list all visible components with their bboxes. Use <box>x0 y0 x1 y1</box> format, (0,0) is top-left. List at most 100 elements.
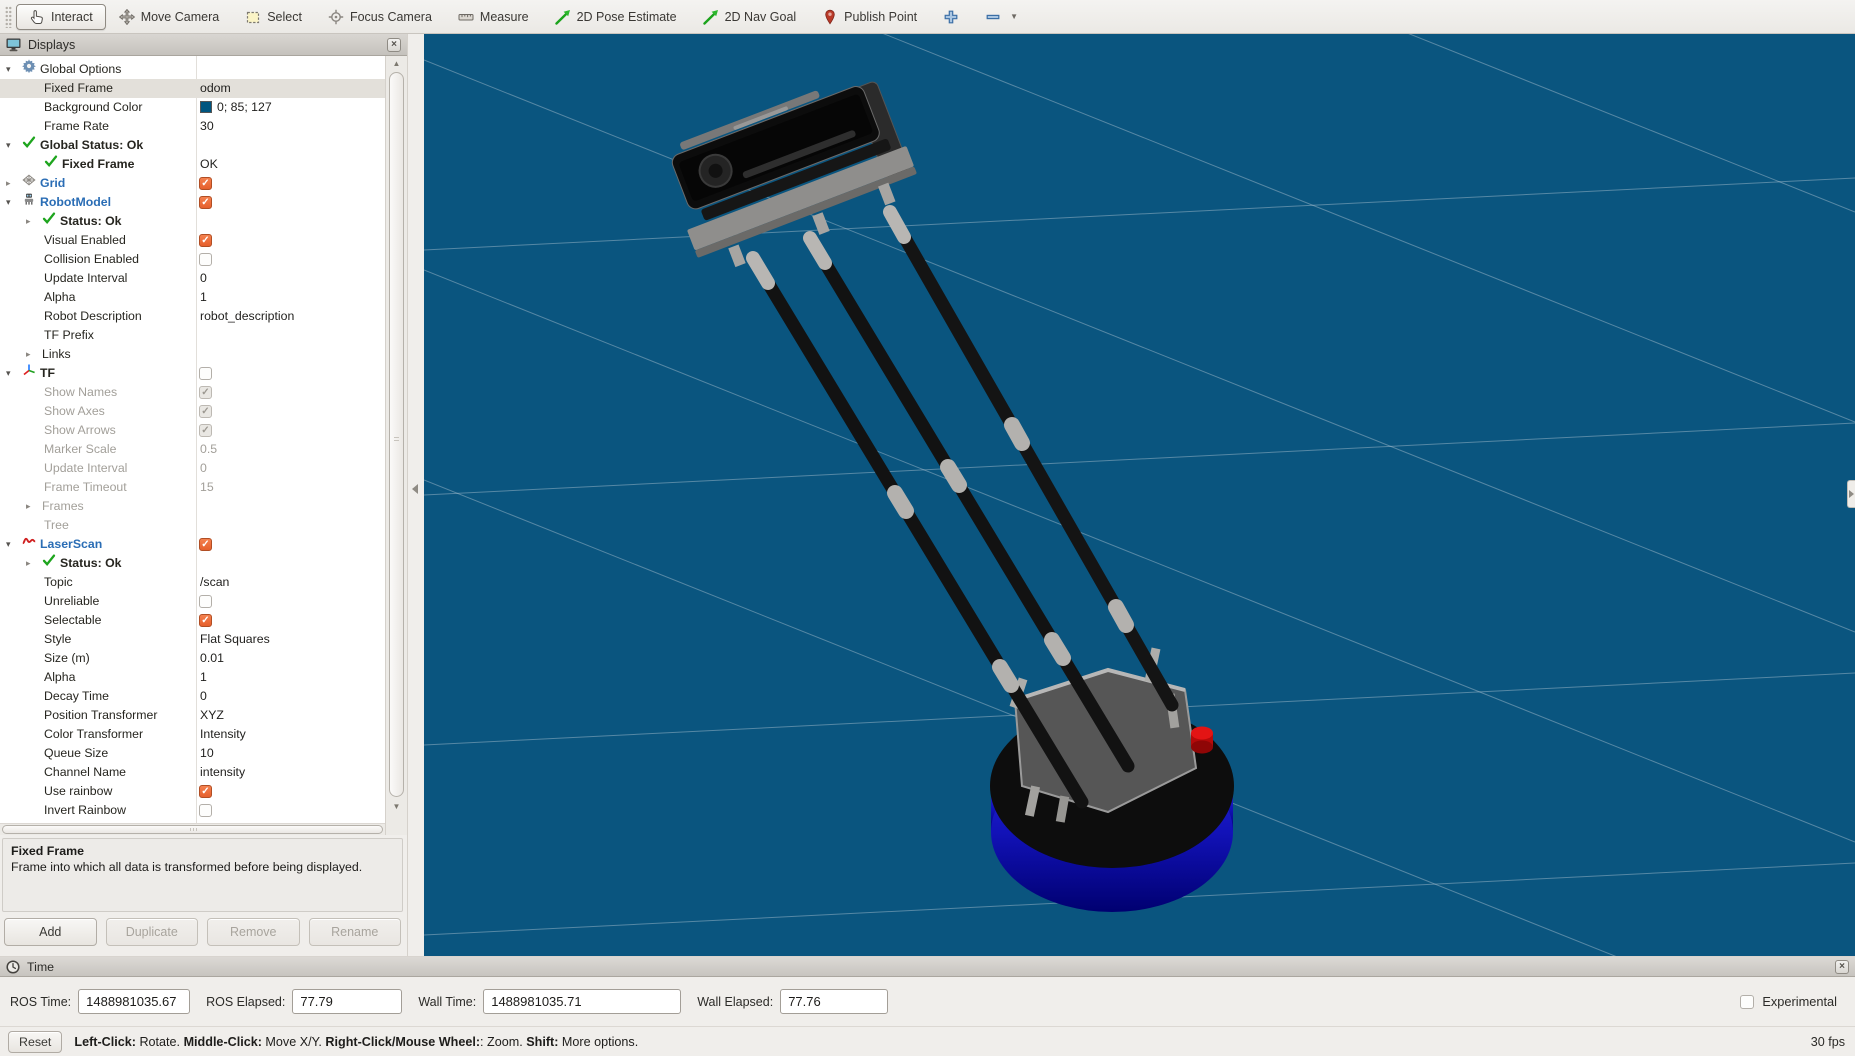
checkbox[interactable]: ✓ <box>199 177 212 190</box>
tree-row[interactable]: ▾ LaserScan ✓ <box>0 535 385 554</box>
collapse-expander-icon[interactable]: ▾ <box>6 535 22 554</box>
tree-row[interactable]: Position Transformer XYZ <box>0 706 385 725</box>
wall-elapsed-input[interactable] <box>780 989 889 1014</box>
checkbox[interactable]: ✓ <box>199 234 212 247</box>
collapse-expander-icon[interactable]: ▾ <box>6 193 22 212</box>
pose-estimate-button[interactable]: 2D Pose Estimate <box>542 4 690 30</box>
tree-row[interactable]: Tree <box>0 516 385 535</box>
property-value[interactable]: Intensity <box>200 725 246 744</box>
tree-row[interactable]: TF Prefix <box>0 326 385 345</box>
checkbox[interactable]: ✓ <box>199 785 212 798</box>
checkbox[interactable]: ✓ <box>199 196 212 209</box>
scrollbar-thumb[interactable] <box>389 72 404 797</box>
add-tool-button[interactable] <box>930 4 972 30</box>
tree-row[interactable]: Decay Time 0 <box>0 687 385 706</box>
tree-row[interactable]: Selectable ✓ <box>0 611 385 630</box>
checkbox[interactable]: ✓ <box>199 538 212 551</box>
tree-row[interactable]: Marker Scale 0.5 <box>0 440 385 459</box>
tree-row[interactable]: Channel Name intensity <box>0 763 385 782</box>
collapse-left-icon[interactable] <box>412 484 418 494</box>
tree-row[interactable]: Fixed Frame OK <box>0 155 385 174</box>
property-value[interactable]: 0; 85; 127 <box>200 98 272 117</box>
tree-row[interactable]: ▾ Global Status: Ok <box>0 136 385 155</box>
nav-goal-button[interactable]: 2D Nav Goal <box>690 4 810 30</box>
ros-elapsed-input[interactable] <box>292 989 403 1014</box>
collapse-expander-icon[interactable]: ▾ <box>6 136 22 155</box>
property-value[interactable]: intensity <box>200 763 245 782</box>
tree-row[interactable]: Frame Timeout 15 <box>0 478 385 497</box>
scroll-up-icon[interactable]: ▲ <box>386 59 407 68</box>
tree-row[interactable]: Update Interval 0 <box>0 459 385 478</box>
property-value[interactable]: 15 <box>200 478 214 497</box>
expand-expander-icon[interactable]: ▸ <box>26 554 42 573</box>
3d-viewport[interactable] <box>424 34 1855 956</box>
collapse-expander-icon[interactable]: ▾ <box>6 364 22 383</box>
checkbox[interactable]: ✓ <box>199 614 212 627</box>
property-value[interactable]: 1 <box>200 668 207 687</box>
property-value[interactable]: 0.01 <box>200 649 224 668</box>
chevron-down-icon[interactable]: ▼ <box>1010 12 1018 21</box>
tree-row[interactable]: Visual Enabled ✓ <box>0 231 385 250</box>
panel-splitter[interactable] <box>408 34 424 956</box>
property-value[interactable]: OK <box>200 155 218 174</box>
wall-time-input[interactable] <box>483 989 682 1014</box>
property-value[interactable]: 30 <box>200 117 214 136</box>
tree-row[interactable]: Alpha 1 <box>0 288 385 307</box>
tree-row[interactable]: Style Flat Squares <box>0 630 385 649</box>
remove-tool-button[interactable]: ▼ <box>972 4 1031 30</box>
tree-row[interactable]: Invert Rainbow <box>0 801 385 820</box>
interact-button[interactable]: Interact <box>16 3 106 30</box>
collapse-expander-icon[interactable]: ▾ <box>6 60 22 79</box>
property-value[interactable]: 10 <box>200 744 214 763</box>
property-value[interactable]: 0 <box>200 687 207 706</box>
tree-row[interactable]: ▸ Grid ✓ <box>0 174 385 193</box>
tree-row[interactable]: Background Color 0; 85; 127 <box>0 98 385 117</box>
checkbox[interactable] <box>199 595 212 608</box>
tree-row[interactable]: ▾ TF <box>0 364 385 383</box>
publish-point-button[interactable]: Publish Point <box>809 4 930 30</box>
scroll-down-icon[interactable]: ▼ <box>386 802 407 811</box>
tree-row[interactable]: Show Axes ✓ <box>0 402 385 421</box>
measure-button[interactable]: Measure <box>445 4 542 30</box>
tree-row[interactable]: Frame Rate 30 <box>0 117 385 136</box>
property-value[interactable]: 1 <box>200 288 207 307</box>
tree-row[interactable]: ▸ Frames <box>0 497 385 516</box>
property-value[interactable]: Flat Squares <box>200 630 270 649</box>
tree-row[interactable]: Topic/scan <box>0 573 385 592</box>
experimental-checkbox[interactable] <box>1740 994 1755 1009</box>
property-value[interactable]: /scan <box>200 573 229 592</box>
ros-time-input[interactable] <box>78 989 191 1014</box>
time-panel-header[interactable]: Time × <box>0 957 1855 977</box>
scrollbar-thumb[interactable] <box>2 825 383 834</box>
expand-expander-icon[interactable]: ▸ <box>26 345 42 364</box>
tree-row[interactable]: Use rainbow ✓ <box>0 782 385 801</box>
checkbox[interactable] <box>199 253 212 266</box>
tree-row[interactable]: ▾ Global Options <box>0 59 385 79</box>
expand-expander-icon[interactable]: ▸ <box>26 212 42 231</box>
experimental-toggle[interactable]: Experimental <box>1740 994 1845 1009</box>
tree-row[interactable]: Update Interval 0 <box>0 269 385 288</box>
tree-row[interactable]: Collision Enabled <box>0 250 385 269</box>
tree-row[interactable]: Queue Size 10 <box>0 744 385 763</box>
property-value[interactable]: 0 <box>200 269 207 288</box>
property-value[interactable]: odom <box>200 79 231 98</box>
checkbox[interactable] <box>199 804 212 817</box>
select-button[interactable]: Select <box>232 4 315 30</box>
expand-expander-icon[interactable]: ▸ <box>26 497 42 516</box>
tree-row[interactable]: Size (m) 0.01 <box>0 649 385 668</box>
tree-row[interactable]: ▸ Status: Ok <box>0 212 385 231</box>
add-button[interactable]: Add <box>4 918 97 946</box>
tree-row[interactable]: ▸ Links <box>0 345 385 364</box>
property-value[interactable]: robot_description <box>200 307 294 326</box>
tree-row[interactable]: Alpha 1 <box>0 668 385 687</box>
property-value[interactable]: 0 <box>200 459 207 478</box>
tree-row[interactable]: ▸ Status: Ok <box>0 554 385 573</box>
move-camera-button[interactable]: Move Camera <box>106 4 233 30</box>
vertical-scrollbar[interactable]: ▲ ▼ <box>385 56 407 835</box>
tree-row[interactable]: ▾ RobotModel ✓ <box>0 193 385 212</box>
close-icon[interactable]: × <box>1835 959 1849 974</box>
property-value[interactable]: 0.5 <box>200 440 217 459</box>
checkbox[interactable] <box>199 367 212 380</box>
displays-panel-header[interactable]: Displays × <box>0 34 407 56</box>
collapse-right-handle[interactable] <box>1847 480 1855 508</box>
